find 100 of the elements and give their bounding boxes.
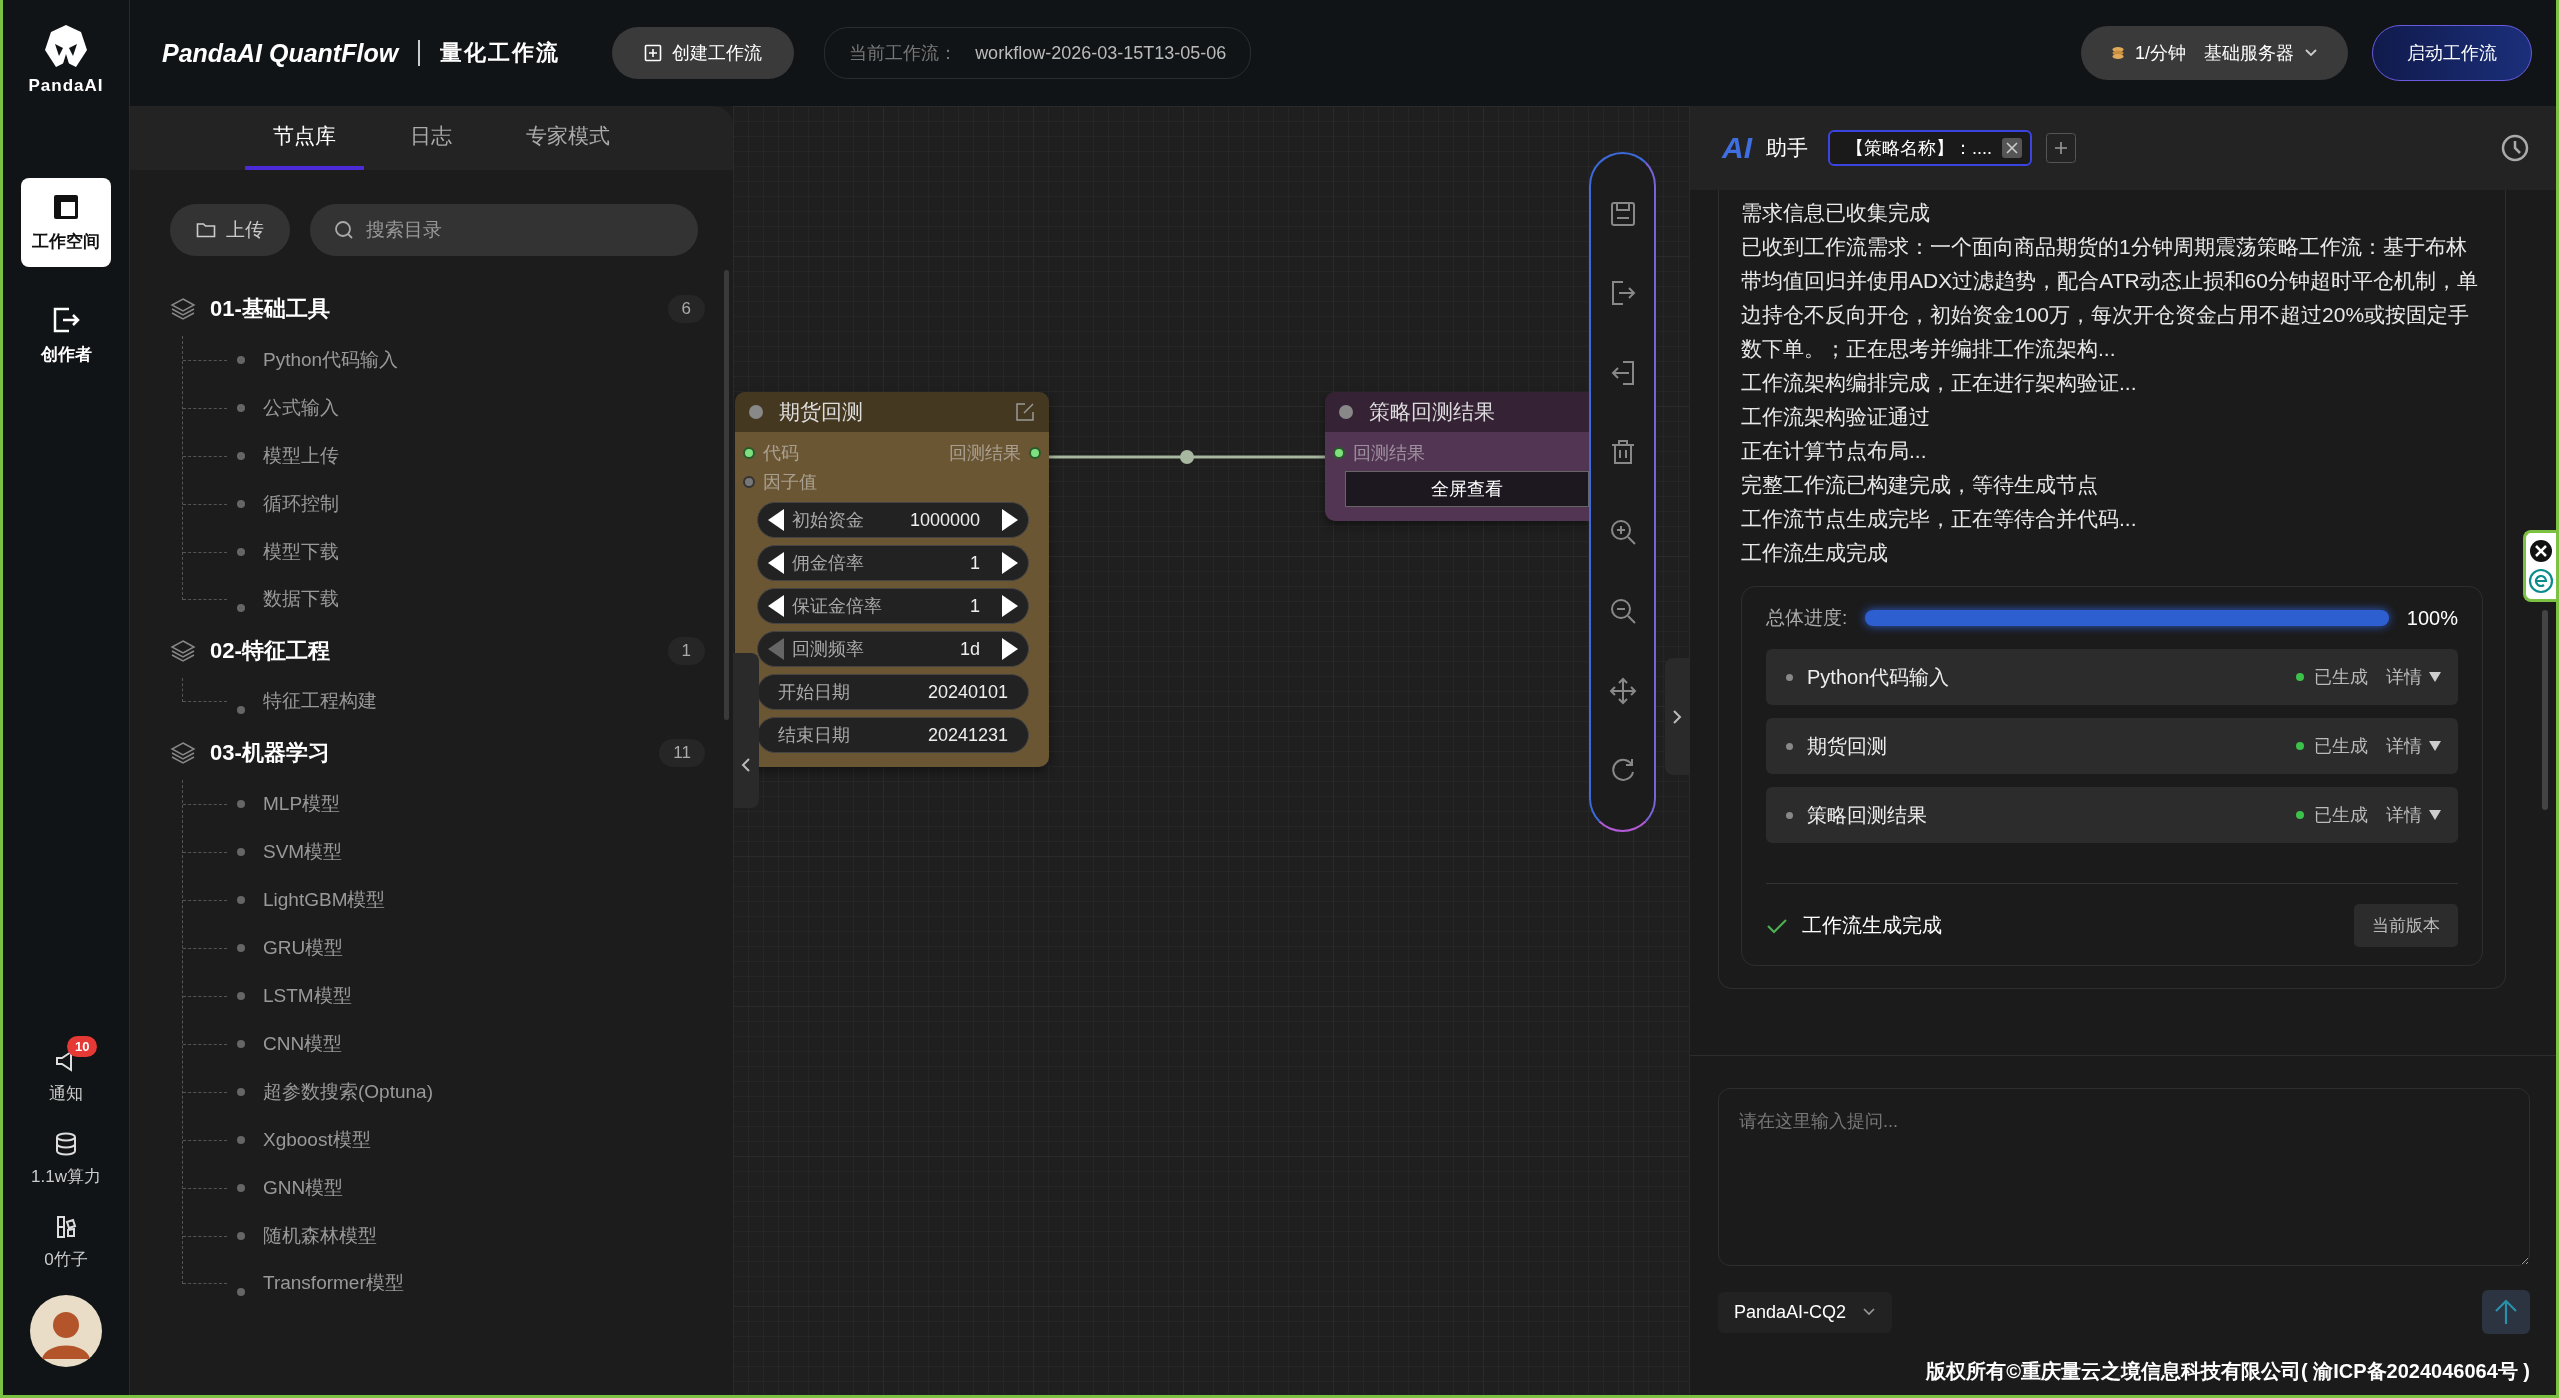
add-tab-icon[interactable] [2046, 133, 2076, 163]
step-row[interactable]: Python代码输入 已生成 详情 [1766, 649, 2458, 705]
widget-label: 初始资金 [792, 509, 864, 532]
group-title[interactable]: 02-特征工程 [210, 636, 330, 666]
node-library-item[interactable]: 随机森林模型 [263, 1223, 377, 1249]
node-library-item[interactable]: 特征工程构建 [263, 688, 377, 714]
scrollbar[interactable] [724, 270, 729, 720]
save-icon[interactable] [1608, 199, 1637, 228]
node-library-item[interactable]: Transformer模型 [263, 1270, 404, 1296]
text-widget[interactable]: 结束日期 20241231 [757, 717, 1029, 753]
bullet-icon [1786, 742, 1793, 750]
server-select[interactable]: 1/分钟 基础服务器 [2081, 26, 2348, 80]
nav-item[interactable]: 1.1w算力 [21, 1123, 111, 1196]
current-version-button[interactable]: 当前版本 [2354, 904, 2458, 947]
avatar[interactable] [30, 1295, 102, 1367]
group-title[interactable]: 01-基础工具 [210, 294, 330, 324]
status-dot [2296, 673, 2304, 681]
bullet-icon [237, 452, 245, 460]
node-library-item[interactable]: 公式输入 [263, 395, 339, 421]
message-text: 工作流节点生成完毕，正在等待合并代码... [1741, 506, 2138, 532]
scrollbar[interactable] [2542, 610, 2548, 810]
node-library-item[interactable]: LSTM模型 [263, 983, 352, 1009]
nav-item[interactable]: 工作空间 [21, 178, 111, 267]
send-button[interactable] [2482, 1290, 2530, 1334]
bullet-icon [237, 500, 245, 508]
node-library-item[interactable]: 模型下载 [263, 539, 339, 565]
node-library-item[interactable]: 超参数搜索(Optuna) [263, 1079, 433, 1105]
count-badge: 11 [659, 739, 705, 767]
text-widget[interactable]: 开始日期 20240101 [757, 674, 1029, 710]
output-port[interactable] [1029, 446, 1041, 459]
bullet-icon [237, 1040, 245, 1048]
search-field[interactable]: 搜索目录 [310, 204, 698, 256]
node-library-item[interactable]: 模型上传 [263, 443, 339, 469]
upload-button[interactable]: 上传 [170, 204, 290, 256]
details-toggle[interactable]: 详情 [2386, 803, 2442, 827]
number-widget[interactable]: 回测频率 1d [757, 631, 1029, 667]
node-library-item[interactable]: Xgboost模型 [263, 1127, 371, 1153]
input-port[interactable] [743, 475, 755, 488]
workflow-node[interactable]: 期货回测 代码 回测结果 因子值 初始资金 1000000 佣金倍率 1 保证金倍率 1 回测频率 1d 开始日期 20240101 结束日期 20241231 [735, 392, 1049, 767]
expand-handle[interactable] [1665, 658, 1689, 775]
nav-item[interactable]: 0竹子 [21, 1206, 111, 1279]
widget-label: 佣金倍率 [792, 552, 864, 575]
step-row[interactable]: 期货回测 已生成 详情 [1766, 718, 2458, 774]
create-workflow-button[interactable]: 创建工作流 [612, 27, 795, 79]
edit-icon[interactable] [1015, 402, 1035, 422]
zoom-in-icon[interactable] [1608, 517, 1637, 546]
step-name: Python代码输入 [1807, 664, 1950, 690]
number-widget[interactable]: 保证金倍率 1 [757, 588, 1029, 624]
nav-item[interactable]: 创作者 [21, 291, 111, 380]
app-title: PandaAI QuantFlow [162, 38, 399, 68]
session-tab[interactable]: 【策略名称】：.... [1828, 130, 2032, 166]
move-icon[interactable] [1608, 676, 1637, 705]
node-library-item[interactable]: Python代码输入 [263, 347, 399, 373]
panel-tab[interactable]: 专家模式 [498, 106, 638, 170]
status-dot [749, 405, 763, 419]
bullet-icon [237, 800, 245, 808]
app-subtitle: 量化工作流 [440, 39, 561, 67]
details-toggle[interactable]: 详情 [2386, 734, 2442, 758]
caret-icon [2428, 809, 2442, 821]
bullet-icon [237, 896, 245, 904]
fullscreen-button[interactable]: 全屏查看 [1345, 471, 1589, 507]
node-library-item[interactable]: CNN模型 [263, 1031, 343, 1057]
model-select[interactable]: PandaAI-CQ2 [1718, 1291, 1893, 1333]
workflow-node[interactable]: 策略回测结果 回测结果 全屏查看 [1325, 392, 1589, 521]
step-row[interactable]: 策略回测结果 已生成 详情 [1766, 787, 2458, 843]
question-field[interactable]: 请在这里输入提问... [1718, 1088, 2530, 1266]
panel-tab[interactable]: 节点库 [245, 106, 364, 170]
zoom-out-icon[interactable] [1608, 597, 1637, 626]
node-library-item[interactable]: SVM模型 [263, 839, 343, 865]
logo-text: PandaAI [28, 76, 104, 96]
extension-widget[interactable] [2523, 530, 2556, 602]
details-toggle[interactable]: 详情 [2386, 665, 2442, 689]
input-port[interactable] [743, 446, 755, 459]
number-widget[interactable]: 佣金倍率 1 [757, 545, 1029, 581]
collapse-handle[interactable] [733, 653, 759, 808]
step-status: 已生成 [2314, 735, 2368, 758]
notification-badge: 10 [67, 1036, 98, 1057]
port-label: 代码 [763, 441, 799, 465]
close-icon[interactable] [2002, 138, 2022, 158]
node-library-item[interactable]: 循环控制 [263, 491, 339, 517]
panel-tab[interactable]: 日志 [382, 106, 480, 170]
progress-label: 总体进度: [1766, 606, 1848, 630]
port-label: 回测结果 [1353, 441, 1425, 465]
close-circle-icon[interactable] [2528, 538, 2554, 564]
number-widget[interactable]: 初始资金 1000000 [757, 502, 1029, 538]
input-port[interactable] [1333, 446, 1345, 459]
port-label: 因子值 [763, 470, 817, 494]
node-library-item[interactable]: GNN模型 [263, 1175, 344, 1201]
history-icon[interactable] [2500, 133, 2530, 163]
node-library-item[interactable]: GRU模型 [263, 935, 344, 961]
bullet-icon [237, 356, 245, 364]
extension-icon[interactable] [2528, 568, 2554, 594]
node-library-item[interactable]: LightGBM模型 [263, 887, 386, 913]
group-title[interactable]: 03-机器学习 [210, 738, 330, 768]
bullet-icon [237, 944, 245, 952]
start-workflow-button[interactable]: 启动工作流 [2372, 25, 2532, 81]
count-badge: 1 [667, 637, 705, 665]
chevron-down-icon [2304, 48, 2318, 58]
node-library-item[interactable]: MLP模型 [263, 791, 341, 817]
node-library-item[interactable]: 数据下载 [263, 586, 339, 612]
